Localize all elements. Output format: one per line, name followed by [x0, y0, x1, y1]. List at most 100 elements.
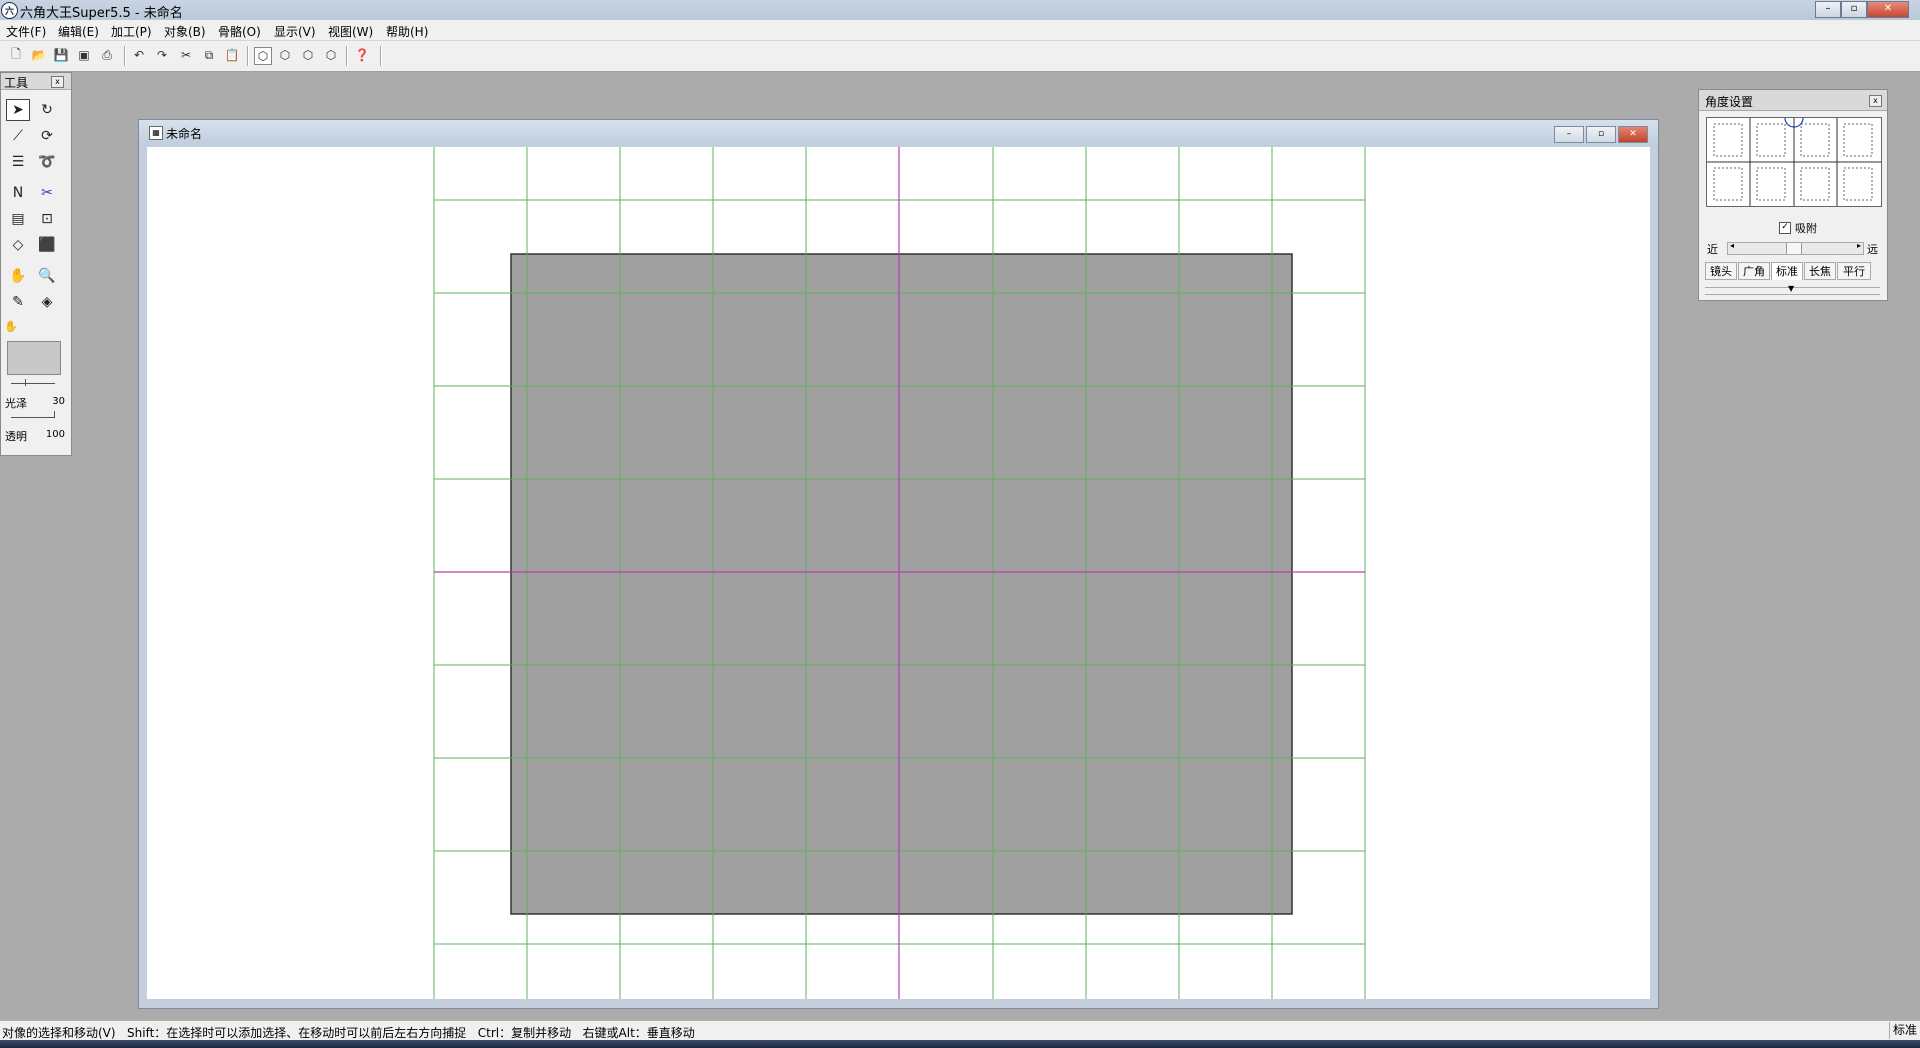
scroll-left-icon[interactable]: ◂	[1730, 241, 1734, 250]
tab-telephoto[interactable]: 长焦	[1804, 262, 1836, 280]
tools-panel-header[interactable]: 工具 x	[1, 73, 71, 90]
document-minimize-button[interactable]: –	[1554, 126, 1584, 143]
angle-panel-header[interactable]: 角度设置 x	[1699, 90, 1887, 111]
app-icon: 六	[1, 2, 18, 19]
status-text: 对像的选择和移动(V) Shift：在选择时可以添加选择、在移动时可以前后左右方…	[2, 1026, 695, 1040]
view-side-icon[interactable]: ⬡	[277, 47, 293, 63]
cube-tool-icon[interactable]: ⬛	[35, 234, 59, 256]
cut-icon[interactable]: ✂	[178, 47, 194, 63]
tab-lens[interactable]: 镜头	[1705, 262, 1737, 280]
cut-edge-tool-icon[interactable]: ✂	[35, 182, 59, 204]
redo-icon[interactable]: ↷	[154, 47, 170, 63]
plane-tool-icon[interactable]: ◇	[6, 234, 30, 256]
document-window: ▦ 未命名 – ▫ ✕	[138, 119, 1659, 1009]
transparency-label: 透明	[5, 430, 27, 443]
menu-view[interactable]: 视图(W)	[328, 23, 373, 40]
document-close-button[interactable]: ✕	[1618, 126, 1648, 143]
transparency-slider-knob[interactable]	[54, 411, 55, 418]
panel-resize-grip[interactable]: ▼	[1705, 284, 1880, 295]
far-label: 远	[1867, 243, 1878, 256]
modeling-canvas[interactable]	[147, 147, 1650, 999]
document-restore-button[interactable]: ▫	[1586, 126, 1616, 143]
toolbar-separator	[380, 46, 382, 66]
tab-standard[interactable]: 标准	[1771, 262, 1803, 280]
hand-tool-icon[interactable]: ✋	[6, 265, 30, 287]
near-label: 近	[1707, 243, 1718, 256]
tools-panel-title: 工具	[4, 76, 29, 90]
document-title: 未命名	[166, 127, 203, 141]
status-mode: 标准	[1889, 1022, 1920, 1039]
snap-checkbox[interactable]: ✓ 吸附	[1779, 220, 1817, 236]
toolbar-separator	[124, 46, 126, 66]
scroll-right-icon[interactable]: ▸	[1857, 241, 1861, 250]
lasso-tool-icon[interactable]: ➰	[35, 151, 59, 173]
gloss-slider[interactable]	[11, 383, 55, 384]
menu-edit[interactable]: 编辑(E)	[58, 23, 99, 40]
transparency-slider[interactable]	[11, 417, 55, 418]
document-icon: ▦	[149, 126, 163, 140]
angle-panel-title: 角度设置	[1705, 95, 1754, 109]
menu-display[interactable]: 显示(V)	[274, 23, 316, 40]
expand-icon[interactable]: ▼	[1788, 284, 1794, 293]
view-3d-icon[interactable]: ⬡	[323, 47, 339, 63]
toolbar: 🗋 📂 💾 ▣ ⎙ ↶ ↷ ✂ ⧉ 📋 ⬡ ⬡ ⬡ ⬡ ❓	[0, 41, 1920, 72]
taskbar	[0, 1040, 1920, 1048]
help-icon[interactable]: ❓	[354, 47, 370, 63]
minimize-button[interactable]: –	[1815, 1, 1841, 18]
extrude-tool-icon[interactable]: ☰	[6, 151, 30, 173]
tools-panel-close-button[interactable]: x	[51, 76, 64, 88]
select-tool-icon[interactable]: ➤	[6, 99, 30, 121]
status-bar: 对像的选择和移动(V) Shift：在选择时可以添加选择、在移动时可以前后左右方…	[0, 1020, 1920, 1041]
rotate-tool-icon[interactable]: ↻	[35, 99, 59, 121]
angle-preview[interactable]	[1706, 108, 1882, 207]
paste-icon[interactable]: 📋	[224, 47, 240, 63]
knife-tool-icon[interactable]: ⟋	[6, 125, 30, 147]
menu-bar: 文件(F) 编辑(E) 加工(P) 对象(B) 骨骼(O) 显示(V) 视图(W…	[0, 20, 1920, 41]
toolbar-separator	[346, 46, 348, 66]
open-icon[interactable]: 📂	[31, 47, 47, 63]
scale-tool-icon[interactable]: ⊡	[35, 208, 59, 230]
gloss-slider-knob[interactable]	[25, 379, 26, 386]
eyedropper-tool-icon[interactable]: ✎	[6, 291, 30, 313]
menu-object[interactable]: 对象(B)	[164, 23, 206, 40]
box-tool-icon[interactable]: ▤	[6, 208, 30, 230]
tab-wide-angle[interactable]: 广角	[1738, 262, 1770, 280]
zoom-tool-icon[interactable]: 🔍	[35, 265, 59, 287]
transparency-value: 100	[45, 429, 65, 440]
tools-panel: 工具 x ➤ ↻ ⟋ ⟳ ☰ ➰ N ✂ ▤ ⊡ ◇ ⬛ ✋ 🔍 ✎ ◈ ✋ 光…	[0, 72, 72, 456]
window-title: 六角大王Super5.5 - 未命名	[20, 6, 183, 21]
close-button[interactable]: ✕	[1867, 1, 1909, 18]
save-all-icon[interactable]: ▣	[76, 47, 92, 63]
mesh-plane[interactable]	[510, 253, 1293, 915]
tab-parallel[interactable]: 平行	[1837, 262, 1871, 280]
gloss-value: 30	[52, 396, 65, 407]
menu-bone[interactable]: 骨骼(O)	[218, 23, 261, 40]
spin-tool-icon[interactable]: ⟳	[35, 125, 59, 147]
viewport-svg[interactable]	[147, 147, 1650, 999]
checkbox-icon[interactable]: ✓	[1779, 222, 1791, 234]
document-title-bar[interactable]: ▦ 未命名 – ▫ ✕	[139, 120, 1658, 146]
angle-preview-svg[interactable]	[1707, 108, 1881, 206]
paint-bucket-tool-icon[interactable]: ◈	[35, 291, 59, 313]
angle-settings-panel: 角度设置 x ✓ 吸附 近 ◂ ▸ 远 镜头 广角 标准 长焦 平行 ▼	[1698, 89, 1888, 301]
angle-panel-close-button[interactable]: x	[1869, 95, 1882, 107]
distance-slider[interactable]: ◂ ▸	[1727, 241, 1864, 255]
menu-file[interactable]: 文件(F)	[6, 23, 46, 40]
menu-help[interactable]: 帮助(H)	[386, 23, 428, 40]
print-icon[interactable]: ⎙	[99, 47, 115, 63]
copy-icon[interactable]: ⧉	[201, 47, 217, 63]
save-icon[interactable]: 💾	[53, 47, 69, 63]
path-tool-icon[interactable]: N	[6, 182, 30, 204]
undo-icon[interactable]: ↶	[131, 47, 147, 63]
snap-label: 吸附	[1795, 222, 1817, 235]
view-front-icon[interactable]: ⬡	[254, 47, 272, 65]
maximize-button[interactable]: ▫	[1841, 1, 1867, 18]
distance-slider-thumb[interactable]	[1786, 243, 1802, 254]
menu-process[interactable]: 加工(P)	[111, 23, 152, 40]
new-icon[interactable]: 🗋	[8, 47, 24, 63]
view-top-icon[interactable]: ⬡	[300, 47, 316, 63]
brush-icon[interactable]: ✋	[3, 318, 19, 334]
title-bar: 六 六角大王Super5.5 - 未命名 – ▫ ✕	[0, 0, 1920, 21]
gloss-label: 光泽	[5, 397, 27, 410]
color-swatch[interactable]	[7, 341, 61, 375]
